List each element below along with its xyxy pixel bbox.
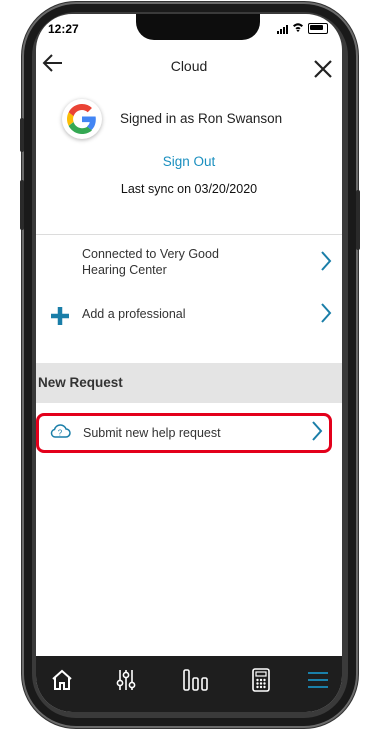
side-button-volume-up (20, 180, 24, 230)
add-professional-label: Add a professional (82, 307, 186, 321)
sliders-icon[interactable] (114, 668, 144, 698)
connected-professional-row[interactable]: Connected to Very Good Hearing Center (36, 242, 342, 294)
nav-bar: Cloud (36, 52, 342, 84)
connected-label-line2: Hearing Center (82, 263, 167, 277)
last-sync-text: Last sync on 03/20/2020 (120, 182, 258, 196)
chevron-right-icon (320, 250, 332, 278)
battery-icon (308, 23, 328, 34)
google-icon (62, 99, 102, 139)
cloud-help-icon: ? (49, 422, 71, 445)
chevron-right-icon (320, 302, 332, 330)
add-professional-row[interactable]: Add a professional (36, 302, 342, 340)
close-icon[interactable] (312, 50, 334, 87)
help-request-label: Submit new help request (83, 426, 221, 440)
status-icons (277, 22, 328, 35)
new-request-header: New Request (36, 363, 342, 403)
wifi-icon (292, 22, 304, 35)
remote-icon[interactable] (250, 668, 280, 698)
connected-label-line1: Connected to Very Good (82, 247, 219, 261)
home-icon[interactable] (50, 668, 80, 698)
plus-icon (50, 304, 70, 332)
status-time: 12:27 (48, 22, 79, 36)
page-title: Cloud (170, 58, 208, 74)
bars-icon[interactable] (182, 668, 212, 698)
phone-screen: 12:27 Cloud Signed in as Ron Swanson Sig… (36, 14, 342, 712)
sign-out-link[interactable]: Sign Out (36, 154, 342, 169)
divider (36, 234, 342, 235)
signal-icon (277, 24, 288, 34)
signed-in-text: Signed in as Ron Swanson (120, 111, 283, 126)
submit-help-request-row[interactable]: ? Submit new help request (36, 413, 332, 453)
chevron-right-icon (311, 420, 323, 448)
svg-text:?: ? (58, 429, 63, 438)
tab-bar (36, 656, 342, 712)
section-title: New Request (38, 375, 123, 390)
notch (136, 14, 260, 40)
side-button-power (356, 190, 360, 250)
menu-icon[interactable] (306, 668, 336, 698)
side-button-silent (20, 118, 24, 152)
